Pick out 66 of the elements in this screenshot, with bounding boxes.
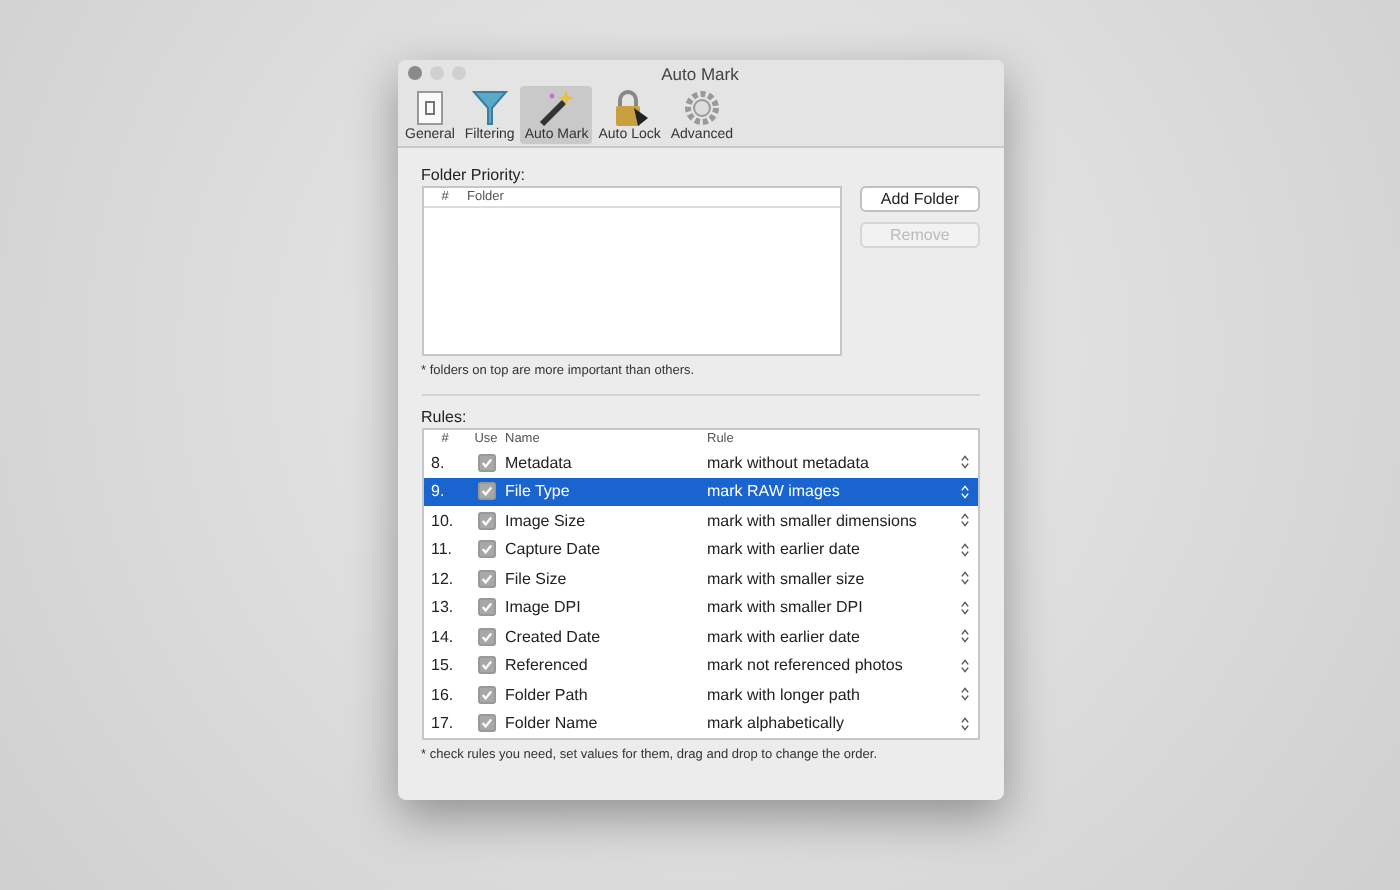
up-down-arrows-icon — [959, 541, 969, 558]
rule-name: File Size — [505, 569, 569, 588]
rule-name: Capture Date — [505, 540, 603, 559]
section-label: Rules: — [421, 408, 469, 426]
use-checkbox[interactable] — [477, 627, 495, 646]
use-checkbox[interactable] — [477, 656, 495, 675]
row-number: 8. — [429, 453, 447, 472]
rule-popup[interactable]: mark without metadata — [707, 453, 959, 472]
rule-row[interactable]: 11. Capture Date mark with earlier date — [423, 535, 977, 564]
use-checkbox[interactable] — [477, 540, 495, 559]
section-label: Folder Priority: — [421, 166, 528, 184]
rule-popup[interactable]: mark not referenced photos — [707, 656, 959, 675]
rule-popup[interactable]: mark with earlier date — [707, 627, 959, 646]
rule-row[interactable]: 14. Created Date mark with earlier date — [423, 622, 977, 651]
use-checkbox[interactable] — [477, 569, 495, 588]
up-down-arrows-icon — [959, 483, 969, 500]
rule-row[interactable]: 13. Image DPI mark with smaller DPI — [423, 593, 977, 622]
rule-popup[interactable]: mark RAW images — [707, 482, 959, 501]
up-down-arrows-icon — [959, 512, 969, 529]
rule-name: Folder Name — [505, 714, 600, 733]
rule-row[interactable]: 10. Image Size mark with smaller dimensions — [423, 506, 977, 535]
close-button[interactable] — [407, 66, 421, 80]
up-down-arrows-icon — [959, 628, 969, 645]
window-title: Auto Mark — [661, 63, 739, 83]
rule-name: Metadata — [505, 453, 574, 472]
rule-popup[interactable]: mark with smaller dimensions — [707, 511, 959, 530]
up-down-arrows-icon — [959, 657, 969, 674]
rule-name: File Type — [505, 482, 572, 501]
rule-row[interactable]: 9. File Type mark RAW images — [423, 477, 977, 506]
folder-button[interactable]: Add Folder — [860, 186, 979, 212]
up-down-arrows-icon — [959, 686, 969, 703]
rule-name: Image Size — [505, 511, 588, 530]
rule-name: Folder Path — [505, 685, 590, 704]
rule-row[interactable]: 15. Referenced mark not referenced photos — [423, 651, 977, 680]
use-checkbox[interactable] — [477, 482, 495, 501]
up-down-arrows-icon — [959, 599, 969, 616]
rule-popup[interactable]: mark with smaller DPI — [707, 598, 959, 617]
use-checkbox[interactable] — [477, 685, 495, 704]
row-number: 11. — [429, 540, 455, 559]
magic-wand-icon — [536, 88, 577, 128]
rule-popup[interactable]: mark with longer path — [707, 685, 959, 704]
row-number: 15. — [429, 656, 456, 675]
use-checkbox[interactable] — [477, 453, 495, 472]
row-number: 10. — [429, 511, 456, 530]
row-number: 9. — [429, 482, 447, 501]
up-down-arrows-icon — [959, 570, 969, 587]
row-number: 12. — [429, 569, 456, 588]
up-down-arrows-icon — [959, 715, 969, 732]
rule-name: Referenced — [505, 656, 590, 675]
row-number: 14. — [429, 627, 456, 646]
use-checkbox[interactable] — [477, 511, 495, 530]
rule-row[interactable]: 12. File Size mark with smaller size — [423, 564, 977, 593]
rule-row[interactable]: 16. Folder Path mark with longer path — [423, 680, 977, 709]
rule-popup[interactable]: mark alphabetically — [707, 714, 959, 733]
rule-name: Image DPI — [505, 598, 583, 617]
rule-row[interactable]: 8. Metadata mark without metadata — [423, 448, 977, 477]
rule-popup[interactable]: mark with smaller size — [707, 569, 959, 588]
rule-popup[interactable]: mark with earlier date — [707, 540, 959, 559]
row-number: 13. — [429, 598, 456, 617]
rule-name: Created Date — [505, 627, 603, 646]
use-checkbox[interactable] — [477, 598, 495, 617]
row-number: 17. — [429, 714, 456, 733]
up-down-arrows-icon — [959, 454, 969, 471]
use-checkbox[interactable] — [477, 714, 495, 733]
row-number: 16. — [429, 685, 456, 704]
rule-row[interactable]: 17. Folder Name mark alphabetically — [423, 709, 977, 738]
